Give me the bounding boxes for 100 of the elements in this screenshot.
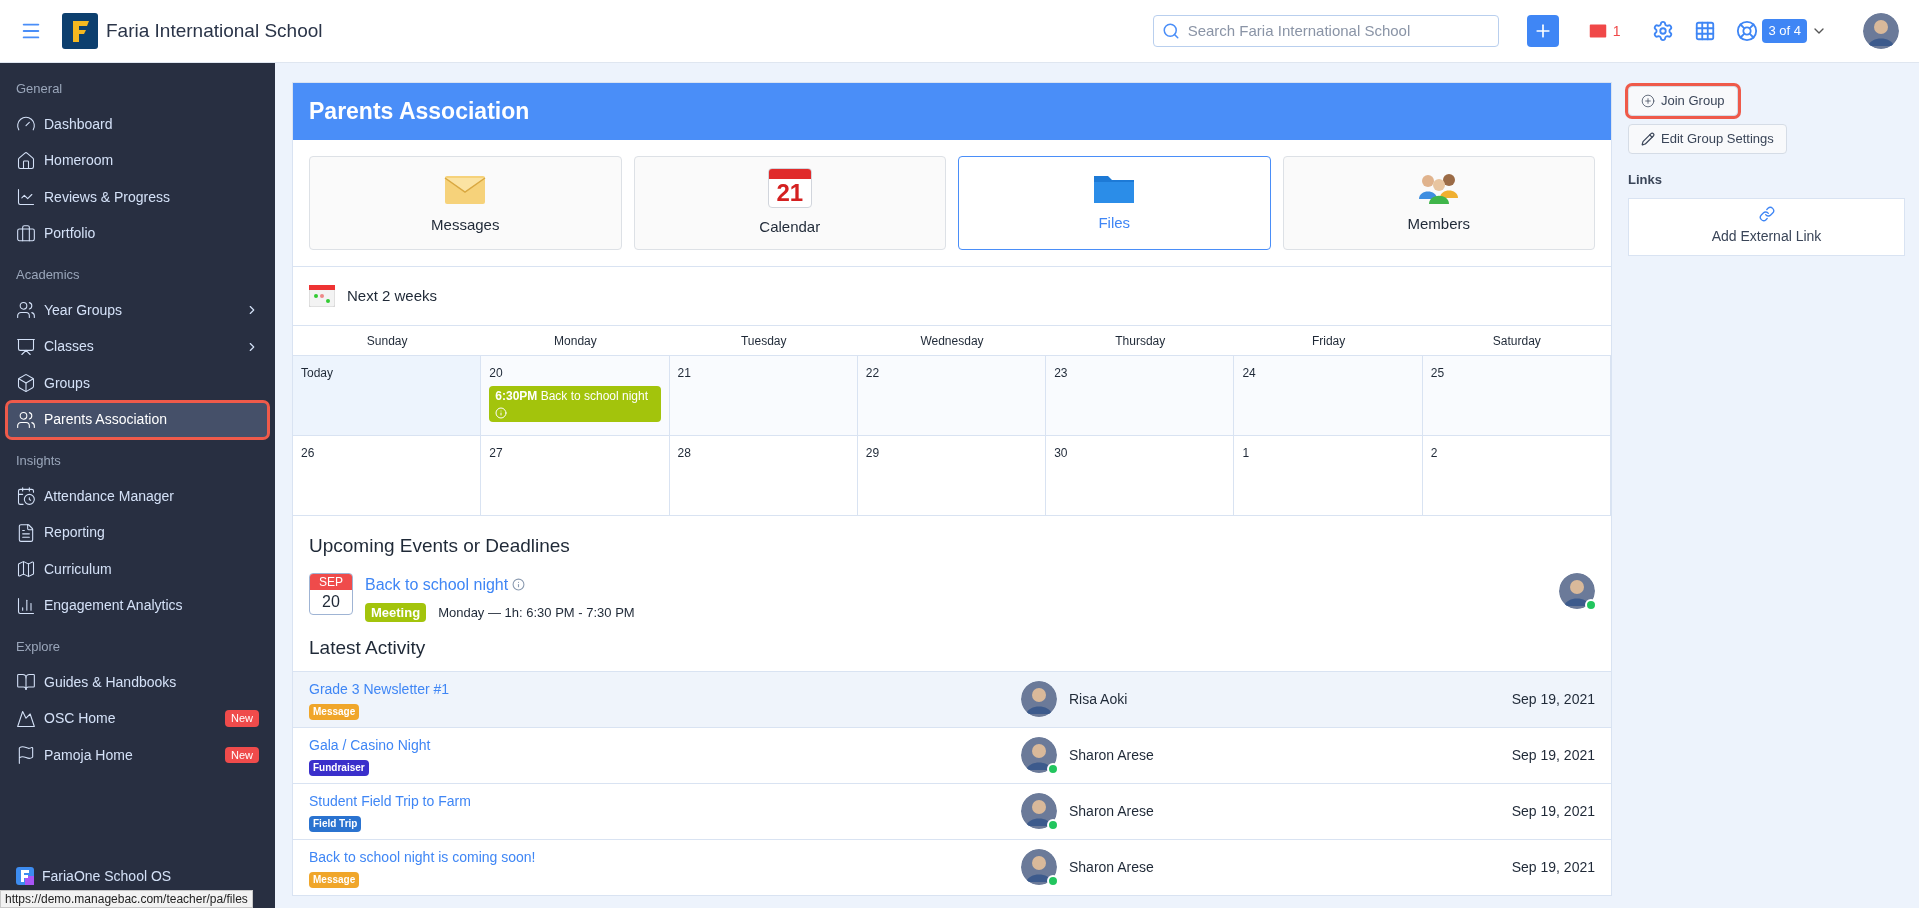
info-icon <box>495 406 508 419</box>
info-icon <box>512 578 526 591</box>
section-heading: Explore <box>15 638 62 656</box>
cube-icon <box>16 373 36 393</box>
event-tag: Meeting <box>365 602 427 622</box>
calendar-day[interactable]: 25 <box>1422 356 1611 436</box>
app-logo <box>16 867 34 885</box>
sidebar-item[interactable]: Portfolio <box>8 216 267 251</box>
map-icon <box>16 559 36 579</box>
activity-tag: Fundraiser <box>309 759 369 776</box>
activity-date: Sep 19, 2021 <box>1511 689 1595 709</box>
sidebar-item[interactable]: Engagement Analytics <box>8 588 267 623</box>
section-heading: Insights <box>15 452 62 470</box>
school-logo <box>62 13 98 49</box>
calendar-day[interactable]: 30 <box>1046 436 1235 516</box>
calendar-day[interactable]: 20 6:30PM Back to school night <box>481 356 670 436</box>
activity-tag: Message <box>309 871 360 888</box>
calendar-day[interactable]: 1 <box>1234 436 1423 516</box>
avatar <box>1021 849 1057 885</box>
help-button[interactable]: 3 of 4 <box>1736 19 1827 43</box>
sidebar-item[interactable]: FariaOne School OS <box>8 864 267 888</box>
lifebuoy-icon <box>1736 20 1759 42</box>
calendar-day[interactable]: 21 <box>669 356 858 436</box>
sidebar-item[interactable]: Groups <box>8 366 267 400</box>
add-button[interactable] <box>1526 15 1559 47</box>
mail-button[interactable]: 1 <box>1586 20 1621 42</box>
calendar-day[interactable]: 27 <box>481 436 670 516</box>
settings-button[interactable] <box>1652 20 1675 42</box>
tile[interactable]: Members <box>1282 156 1595 250</box>
search-input[interactable]: Search Faria International School <box>1187 19 1490 43</box>
flag-icon <box>16 745 36 765</box>
author-name: Sharon Arese <box>1069 745 1155 765</box>
calendar-title: Next 2 weeks <box>347 285 438 306</box>
activity-row[interactable]: Grade 3 Newsletter #1 Message Risa Aoki Sep 19, 2021 <box>293 670 1611 727</box>
analytics-icon <box>16 595 36 616</box>
calendar-day[interactable]: 29 <box>857 436 1047 516</box>
author-name: Risa Aoki <box>1069 689 1129 709</box>
search-icon <box>1161 22 1180 40</box>
calendar-clock-icon <box>16 486 36 506</box>
add-link-button[interactable]: Add External Link <box>1628 197 1905 256</box>
grid-icon <box>1694 20 1717 42</box>
section-heading: Academics <box>15 266 81 284</box>
activity-link[interactable]: Student Field Trip to Farm <box>309 790 471 812</box>
chart-icon <box>16 187 36 207</box>
avatar <box>1021 793 1057 829</box>
school-name: Faria International School <box>106 18 323 43</box>
sidebar-item[interactable]: Guides & Handbooks <box>8 665 267 699</box>
calendar-day[interactable]: 23 <box>1046 356 1235 436</box>
tile[interactable]: 21 Calendar <box>633 156 946 250</box>
presenter-icon <box>16 336 36 357</box>
calendar-day[interactable]: 26 <box>293 436 482 516</box>
sidebar-item[interactable]: Parents Association <box>8 402 267 437</box>
sidebar-item[interactable]: Pamoja Home New <box>8 738 267 772</box>
avatar <box>1863 13 1899 49</box>
people-icon <box>16 409 36 430</box>
briefcase-icon <box>16 223 36 244</box>
apps-button[interactable] <box>1694 20 1717 42</box>
tile[interactable]: Files <box>958 156 1271 250</box>
avatar <box>1559 572 1595 609</box>
section-title: Latest Activity <box>309 636 427 660</box>
edit-settings-button[interactable]: Edit Group Settings <box>1628 124 1787 154</box>
event-link[interactable]: Back to school night <box>365 572 509 597</box>
date-badge: SEP 20 <box>309 572 353 615</box>
sidebar-item[interactable]: Dashboard <box>8 107 267 141</box>
sidebar-item[interactable]: Classes <box>8 329 267 364</box>
sidebar-item[interactable]: Reporting <box>8 515 267 550</box>
activity-link[interactable]: Gala / Casino Night <box>309 734 431 756</box>
activity-date: Sep 19, 2021 <box>1511 745 1595 765</box>
activity-tag: Message <box>309 703 360 720</box>
sidebar-item[interactable]: Attendance Manager <box>8 479 267 513</box>
event-time: Monday — 1h: 6:30 PM - 7:30 PM <box>438 603 635 622</box>
new-badge: New <box>225 710 259 727</box>
sidebar-item[interactable]: Reviews & Progress <box>8 180 267 214</box>
sidebar-item[interactable]: OSC Home New <box>8 701 267 736</box>
help-badge: 3 of 4 <box>1762 19 1807 43</box>
calendar-day[interactable]: 28 <box>669 436 858 516</box>
search-field[interactable]: Search Faria International School <box>1152 15 1499 47</box>
activity-link[interactable]: Back to school night is coming soon! <box>309 846 536 868</box>
sidebar-item[interactable]: Curriculum <box>8 552 267 586</box>
sidebar-item[interactable]: Year Groups <box>8 293 267 327</box>
pencil-icon <box>1641 132 1655 146</box>
book-icon <box>16 672 36 692</box>
link-icon <box>1758 206 1775 222</box>
section-title: Upcoming Events or Deadlines <box>309 534 571 558</box>
links-heading: Links <box>1628 171 1662 189</box>
calendar-day[interactable]: 22 <box>857 356 1047 436</box>
activity-date: Sep 19, 2021 <box>1511 857 1595 877</box>
calendar-day[interactable]: Today <box>293 356 482 436</box>
calendar-day[interactable]: 2 <box>1422 436 1611 516</box>
author-name: Sharon Arese <box>1069 857 1155 877</box>
mountain-icon <box>16 708 36 729</box>
activity-date: Sep 19, 2021 <box>1511 801 1595 821</box>
new-badge: New <box>225 746 259 764</box>
house-icon <box>16 150 36 171</box>
settings-icon <box>1652 20 1675 42</box>
tile[interactable]: Messages <box>309 156 622 250</box>
join-group-button[interactable]: Join Group <box>1628 86 1738 116</box>
document-icon <box>16 522 36 543</box>
calendar-day[interactable]: 24 <box>1234 356 1423 436</box>
sidebar-item[interactable]: Homeroom <box>8 143 267 178</box>
